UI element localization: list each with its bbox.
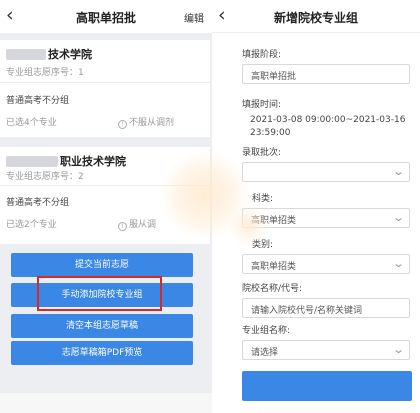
- chevron-down-icon: ⌄: [391, 343, 405, 356]
- highlight-box: [37, 276, 162, 311]
- time-range-line1: 2021-03-08 09:00:00~2021-03-16: [250, 115, 406, 125]
- stage-select[interactable]: 高职单招批: [242, 64, 410, 84]
- selected-count: 已选4个专业: [6, 118, 57, 128]
- school-name: 技术学院: [48, 48, 92, 61]
- stage-value: 高职单招批: [251, 72, 297, 82]
- type-value: 高职单招类: [251, 262, 297, 272]
- selected-count: 已选2个专业: [6, 220, 57, 230]
- group-type: 普通高考不分组: [6, 198, 70, 208]
- batch-label: 录取批次:: [242, 148, 282, 158]
- school-placeholder: 请输入院校代号/名称关键词: [251, 306, 363, 316]
- chevron-down-icon: ⌄: [391, 257, 405, 270]
- info-icon: !: [118, 222, 127, 231]
- group-label: 专业组名称:: [242, 326, 291, 336]
- school-name: 职业技术学院: [60, 155, 126, 168]
- chevron-down-icon: ⌄: [391, 211, 405, 224]
- bottom-nav-bar: [0, 393, 212, 413]
- group-type: 普通高考不分组: [6, 96, 70, 106]
- confirm-button[interactable]: [242, 371, 412, 401]
- group-order: 专业组志愿序号：2: [6, 172, 84, 182]
- clear-draft-button[interactable]: 清空本组志愿草稿: [11, 314, 193, 338]
- left-header: ‹ 高职单招批 编辑: [0, 0, 212, 33]
- stage-label: 填报阶段:: [242, 50, 282, 60]
- school-label: 院校名称/代号:: [242, 284, 303, 294]
- divider: [0, 82, 210, 83]
- blurred-school-prefix: [6, 49, 46, 60]
- adjust-status: ! 不服从调剂: [118, 115, 174, 129]
- adjust-text: 不服从调剂: [129, 118, 175, 128]
- group-select[interactable]: 请选择 ⌄: [242, 340, 410, 360]
- info-icon: !: [118, 120, 127, 129]
- batch-select[interactable]: ⌄: [242, 162, 410, 182]
- school-card-1[interactable]: 技术学院 专业组志愿序号：1 普通高考不分组 已选4个专业 ! 不服从调剂: [0, 40, 210, 137]
- school-search-input[interactable]: 请输入院校代号/名称关键词: [242, 298, 410, 318]
- category-label: 科类:: [252, 194, 274, 204]
- blurred-school-prefix: [6, 156, 58, 167]
- adjust-status: ! 服从调: [118, 217, 156, 231]
- light-glare: [228, 205, 270, 247]
- chevron-down-icon: ⌄: [391, 165, 405, 178]
- group-order: 专业组志愿序号：1: [6, 68, 84, 78]
- right-page-title: 新增院校专业组: [273, 11, 358, 25]
- right-header: ‹ 新增院校专业组: [212, 0, 420, 33]
- adjust-text: 服从调: [129, 220, 157, 230]
- edit-button[interactable]: 编辑: [184, 10, 204, 25]
- group-placeholder: 请选择: [251, 348, 279, 358]
- time-label: 填报时间:: [242, 100, 282, 110]
- submit-button[interactable]: 提交当前志愿: [11, 253, 193, 277]
- screen: ‹ 高职单招批 编辑 技术学院 专业组志愿序号：1 普通高考不分组 已选4个专业…: [0, 0, 420, 413]
- left-page-title: 高职单招批: [75, 11, 136, 25]
- pdf-preview-button[interactable]: 志愿草稿箱PDF预览: [11, 341, 193, 365]
- type-select[interactable]: 高职单招类 ⌄: [242, 254, 410, 274]
- time-range-line2: 23:59:00: [250, 128, 291, 138]
